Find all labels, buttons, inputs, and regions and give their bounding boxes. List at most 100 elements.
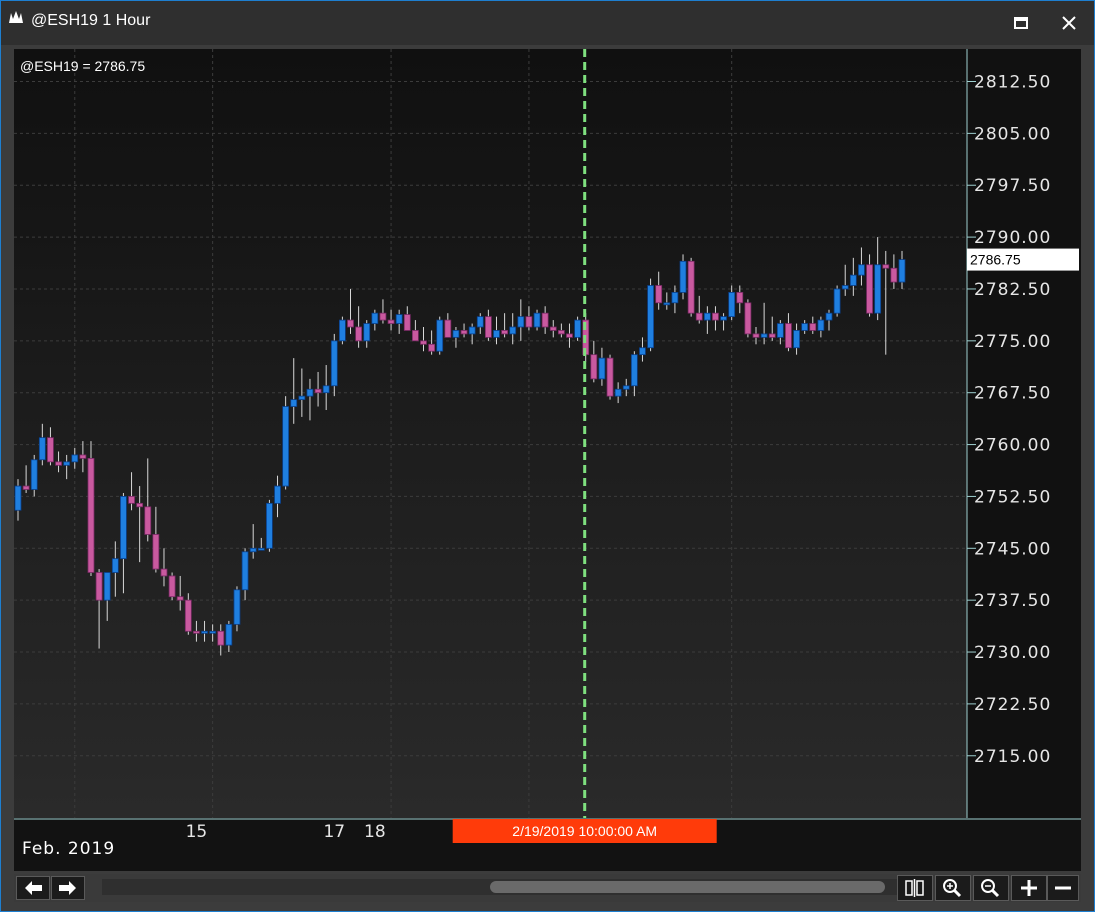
price-tick-label: 2760.00 (974, 436, 1051, 456)
candle-body-up (509, 326, 517, 335)
candle-body-down (136, 502, 144, 508)
candle-body-down (890, 267, 898, 283)
candle-body-up (225, 623, 233, 646)
add-button[interactable] (1011, 875, 1047, 901)
candle (233, 586, 241, 632)
horizontal-scrollbar[interactable] (102, 879, 902, 895)
candle-body-up (274, 485, 281, 504)
cursor-time-label: 2/19/2019 10:00:00 AM (452, 819, 717, 843)
candle-body-up (703, 312, 711, 321)
candle-body-up (679, 260, 687, 293)
zoom-in-button[interactable] (935, 875, 971, 901)
candle-body-up (801, 323, 809, 331)
candle-body-down (79, 454, 87, 459)
last-price-marker-text: 2786.75 (970, 252, 1021, 268)
candle-body-up (598, 357, 606, 380)
candle-body-up (574, 319, 581, 338)
price-chart[interactable]: 2812.50 2805.00 2797.50 2790.00 2782.50 2775.… (14, 49, 1081, 871)
chart-toolbar (14, 874, 1081, 902)
candle-body-up (120, 496, 127, 560)
candle-body-up (282, 406, 290, 487)
price-tick-label: 2752.50 (974, 487, 1051, 507)
period-label: Feb. 2019 (22, 839, 115, 859)
candle-body-down (566, 333, 573, 338)
candle-body-up (209, 630, 217, 634)
price-tick-label: 2737.50 (974, 591, 1051, 611)
candle-body-up (793, 330, 800, 349)
candle-body-down (882, 264, 890, 269)
candle-body-down (736, 292, 744, 304)
candle-body-up (290, 399, 298, 407)
scroll-left-button[interactable] (16, 876, 50, 900)
symbol-label: @ESH19 = 2786.75 (20, 58, 145, 74)
last-price-marker: 2786.75 (967, 248, 1079, 271)
candle-body-up (817, 319, 825, 331)
candle (606, 354, 614, 400)
candle-body-down (176, 596, 184, 601)
candle-body-up (647, 285, 654, 349)
candle (574, 316, 581, 341)
candle-body-up (371, 312, 379, 324)
candle-body-up (322, 385, 330, 394)
candle-body-up (266, 502, 273, 549)
candle-body-up (468, 326, 476, 335)
candle-body-up (841, 285, 849, 290)
scrollbar-thumb[interactable] (490, 881, 885, 893)
candle-body-up (14, 485, 22, 511)
title-bar[interactable]: @ESH19 1 Hour (1, 1, 1094, 45)
candle-body-down (695, 312, 703, 321)
chart-area[interactable]: 2812.50 2805.00 2797.50 2790.00 2782.50 2775.… (14, 49, 1081, 871)
candle-body-down (866, 264, 873, 314)
candle-body-up (38, 437, 46, 461)
candle (533, 309, 541, 331)
price-tick-label: 2767.50 (974, 384, 1051, 404)
close-button[interactable] (1053, 9, 1087, 37)
candle (282, 396, 290, 490)
bar-spacing-button[interactable] (897, 875, 933, 901)
candle-body-down (557, 330, 565, 335)
candle-body-up (111, 558, 119, 573)
zoom-out-button[interactable] (973, 875, 1009, 901)
candle-body-down (655, 285, 663, 304)
candle-body-down (193, 630, 200, 634)
zoom-in-icon (943, 879, 962, 898)
candle-body-up (330, 340, 338, 387)
candle-body-up (849, 274, 857, 286)
candle-body-up (452, 330, 460, 338)
plot-background (14, 49, 967, 818)
candle-body-down (347, 319, 354, 328)
candle-body-up (30, 459, 38, 490)
minus-icon (1055, 886, 1071, 890)
candle-body-down (460, 330, 468, 335)
candle (436, 316, 444, 355)
candle-body-up (630, 354, 638, 387)
maximize-button[interactable] (1004, 9, 1038, 37)
candle-body-up (728, 292, 736, 318)
candle-body-down (22, 485, 30, 490)
candle-body-down (501, 330, 509, 335)
candle-body-up (249, 547, 257, 553)
arrow-left-icon (25, 881, 42, 895)
candle-body-down (785, 323, 792, 349)
candle-body-down (152, 534, 160, 570)
candle-body-up (663, 302, 671, 306)
candle (87, 441, 95, 576)
candle-body-up (63, 461, 71, 466)
candle-body-up (306, 388, 314, 397)
remove-button[interactable] (1047, 875, 1079, 901)
candle-body-up (898, 259, 906, 283)
candle-body-down (411, 330, 419, 342)
price-tick-label: 2790.00 (974, 228, 1051, 248)
candle-body-up (257, 547, 265, 551)
candle-body-up (71, 454, 79, 463)
candle-body-down (541, 312, 549, 328)
price-tick-label: 2797.50 (974, 176, 1051, 196)
price-tick-label: 2730.00 (974, 643, 1051, 663)
candle (647, 278, 654, 352)
candle (687, 257, 695, 317)
candle-body-up (298, 395, 306, 401)
candle-body-up (103, 572, 111, 601)
candle-body-up (233, 589, 241, 625)
candle-body-up (639, 347, 646, 356)
scroll-right-button[interactable] (51, 876, 85, 900)
